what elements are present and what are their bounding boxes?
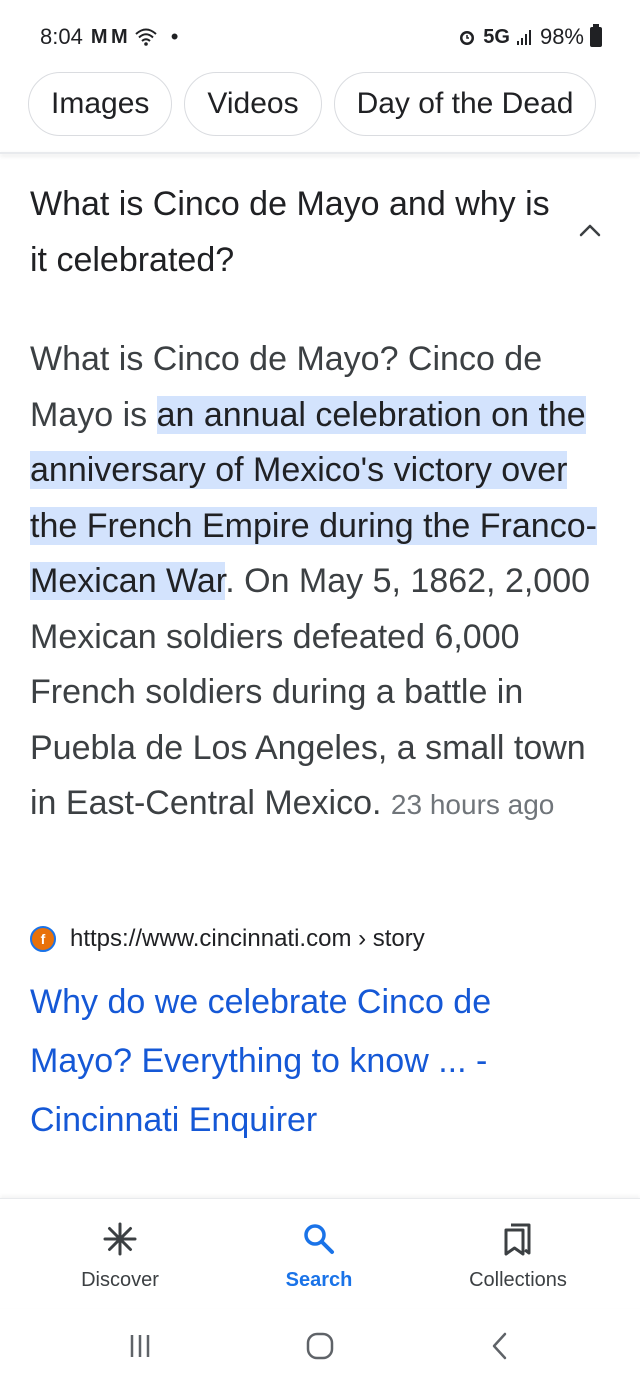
chip-day-of-the-dead[interactable]: Day of the Dead xyxy=(333,72,597,136)
battery-percent: 98% xyxy=(539,24,584,49)
filter-chips: Images Videos Day of the Dead xyxy=(0,72,640,152)
nav-search-label: Search xyxy=(285,1269,353,1291)
home-button[interactable] xyxy=(300,1326,340,1366)
asterisk-icon xyxy=(103,1222,137,1256)
signal-icon xyxy=(516,30,531,45)
nav-collections[interactable]: Collections xyxy=(418,1221,618,1292)
bookmark-icon xyxy=(504,1223,531,1256)
answer-snippet: What is Cinco de Mayo? Cinco de Mayo is … xyxy=(30,332,605,833)
nav-discover-label: Discover xyxy=(81,1269,159,1291)
nav-search[interactable]: Search xyxy=(219,1221,419,1292)
chevron-up-icon[interactable] xyxy=(578,218,602,242)
nav-discover[interactable]: Discover xyxy=(20,1221,220,1292)
search-icon xyxy=(304,1224,334,1254)
status-bar: 8:04 M M • 5G 98% xyxy=(0,0,640,72)
chip-videos[interactable]: Videos xyxy=(184,72,322,136)
alarm-icon xyxy=(460,31,475,45)
system-navigation xyxy=(0,1308,640,1386)
clock: 8:04 xyxy=(40,24,83,49)
chip-images[interactable]: Images xyxy=(28,72,173,136)
result-title-link[interactable]: Why do we celebrate Cinco de Mayo? Every… xyxy=(30,973,590,1150)
answer-rest: . On May 5, 1862, 2,000 Mexican soldiers… xyxy=(30,562,591,822)
answer-timestamp: 23 hours ago xyxy=(390,789,555,820)
network-label: 5G xyxy=(483,25,510,48)
notification-dot: • xyxy=(170,24,179,49)
back-button[interactable] xyxy=(480,1326,520,1366)
recents-icon xyxy=(130,1335,150,1357)
source-row[interactable]: f https://www.cincinnati.com › story xyxy=(30,925,425,953)
bottom-navigation: Discover Search Collections xyxy=(0,1198,640,1308)
header-divider xyxy=(0,152,640,154)
recents-button[interactable] xyxy=(120,1326,160,1366)
status-right: 5G 98% xyxy=(457,24,602,50)
status-left: 8:04 M M • xyxy=(40,24,178,50)
wifi-icon xyxy=(135,28,157,46)
question-heading[interactable]: What is Cinco de Mayo and why is it cele… xyxy=(30,176,560,288)
home-icon xyxy=(306,1332,334,1360)
back-icon xyxy=(492,1332,507,1360)
nav-collections-label: Collections xyxy=(469,1269,567,1291)
site-favicon-icon: f xyxy=(30,926,56,952)
source-url[interactable]: https://www.cincinnati.com › story xyxy=(70,925,425,953)
mail-icons: M M xyxy=(90,25,128,48)
battery-icon xyxy=(590,24,602,47)
